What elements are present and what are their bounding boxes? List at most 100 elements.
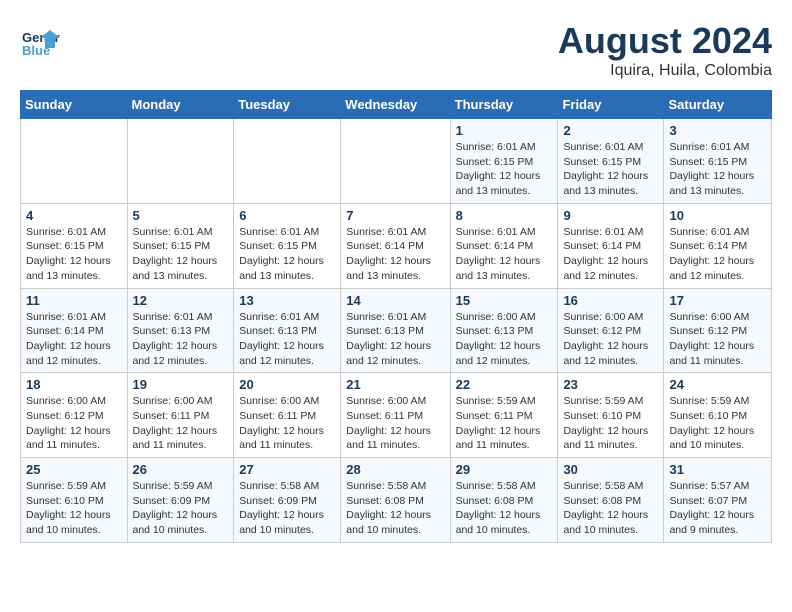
day-info: Sunrise: 6:00 AM Sunset: 6:12 PM Dayligh…: [26, 394, 122, 453]
calendar-cell: 15Sunrise: 6:00 AM Sunset: 6:13 PM Dayli…: [450, 288, 558, 373]
day-number: 25: [26, 462, 122, 477]
day-number: 22: [456, 377, 553, 392]
calendar-cell: 20 Sunrise: 6:00 AM Sunset: 6:11 PM Dayli…: [234, 373, 341, 458]
day-info: Sunrise: 6:00 AM Sunset: 6:11 PM Dayligh…: [239, 394, 335, 453]
day-info: Sunrise: 6:01 AM Sunset: 6:15 PM Dayligh…: [26, 225, 122, 284]
day-info: Sunrise: 6:01 AM Sunset: 6:14 PM Dayligh…: [346, 225, 444, 284]
calendar-cell: 7 Sunrise: 6:01 AM Sunset: 6:14 PM Daylig…: [341, 203, 450, 288]
day-number: 14: [346, 293, 444, 308]
weekday-header-saturday: Saturday: [664, 91, 772, 119]
day-number: 29: [456, 462, 553, 477]
day-info: Sunrise: 6:01 AM Sunset: 6:15 PM Dayligh…: [133, 225, 229, 284]
week-row-1: 1 Sunrise: 6:01 AM Sunset: 6:15 PM Daylig…: [21, 119, 772, 204]
day-info: Sunrise: 6:01 AM Sunset: 6:15 PM Dayligh…: [456, 140, 553, 199]
day-number: 5: [133, 208, 229, 223]
day-info: Sunrise: 5:58 AM Sunset: 6:08 PM Dayligh…: [346, 479, 444, 538]
day-info: Sunrise: 5:59 AM Sunset: 6:10 PM Dayligh…: [669, 394, 766, 453]
day-number: 24: [669, 377, 766, 392]
calendar-cell: 14 Sunrise: 6:01 AM Sunset: 6:13 PM Dayli…: [341, 288, 450, 373]
calendar-cell: 19Sunrise: 6:00 AM Sunset: 6:11 PM Dayli…: [127, 373, 234, 458]
day-number: 4: [26, 208, 122, 223]
day-info: Sunrise: 6:01 AM Sunset: 6:13 PM Dayligh…: [239, 310, 335, 369]
day-info: Sunrise: 6:01 AM Sunset: 6:14 PM Dayligh…: [26, 310, 122, 369]
calendar-cell: 17 Sunrise: 6:00 AM Sunset: 6:12 PM Dayli…: [664, 288, 772, 373]
day-info: Sunrise: 6:01 AM Sunset: 6:15 PM Dayligh…: [563, 140, 658, 199]
calendar-cell: 3Sunrise: 6:01 AM Sunset: 6:15 PM Daylig…: [664, 119, 772, 204]
day-number: 20: [239, 377, 335, 392]
day-info: Sunrise: 6:01 AM Sunset: 6:13 PM Dayligh…: [346, 310, 444, 369]
day-info: Sunrise: 5:59 AM Sunset: 6:10 PM Dayligh…: [26, 479, 122, 538]
day-number: 6: [239, 208, 335, 223]
day-number: 21: [346, 377, 444, 392]
calendar-cell: 4 Sunrise: 6:01 AM Sunset: 6:15 PM Daylig…: [21, 203, 128, 288]
day-number: 1: [456, 123, 553, 138]
weekday-header-row: SundayMondayTuesdayWednesdayThursdayFrid…: [21, 91, 772, 119]
day-info: Sunrise: 5:59 AM Sunset: 6:09 PM Dayligh…: [133, 479, 229, 538]
day-info: Sunrise: 6:01 AM Sunset: 6:15 PM Dayligh…: [239, 225, 335, 284]
page-header: General Blue August 2024 Iquira, Huila, …: [20, 20, 772, 80]
day-info: Sunrise: 6:01 AM Sunset: 6:15 PM Dayligh…: [669, 140, 766, 199]
calendar-cell: 2Sunrise: 6:01 AM Sunset: 6:15 PM Daylig…: [558, 119, 664, 204]
calendar-cell: 22 Sunrise: 5:59 AM Sunset: 6:11 PM Dayli…: [450, 373, 558, 458]
calendar-cell: 28 Sunrise: 5:58 AM Sunset: 6:08 PM Dayli…: [341, 458, 450, 543]
calendar-cell: 11 Sunrise: 6:01 AM Sunset: 6:14 PM Dayli…: [21, 288, 128, 373]
calendar-cell: 24 Sunrise: 5:59 AM Sunset: 6:10 PM Dayli…: [664, 373, 772, 458]
day-number: 7: [346, 208, 444, 223]
calendar-cell: 16 Sunrise: 6:00 AM Sunset: 6:12 PM Dayli…: [558, 288, 664, 373]
logo-icon: General Blue: [20, 20, 60, 60]
day-number: 8: [456, 208, 553, 223]
weekday-header-tuesday: Tuesday: [234, 91, 341, 119]
calendar-cell: 27Sunrise: 5:58 AM Sunset: 6:09 PM Dayli…: [234, 458, 341, 543]
day-info: Sunrise: 6:00 AM Sunset: 6:11 PM Dayligh…: [133, 394, 229, 453]
title-area: August 2024 Iquira, Huila, Colombia: [558, 20, 772, 80]
calendar-cell: 5 Sunrise: 6:01 AM Sunset: 6:15 PM Daylig…: [127, 203, 234, 288]
location-subtitle: Iquira, Huila, Colombia: [558, 62, 772, 80]
day-info: Sunrise: 5:57 AM Sunset: 6:07 PM Dayligh…: [669, 479, 766, 538]
calendar-cell: [21, 119, 128, 204]
day-number: 17: [669, 293, 766, 308]
day-number: 18: [26, 377, 122, 392]
calendar-cell: 6 Sunrise: 6:01 AM Sunset: 6:15 PM Daylig…: [234, 203, 341, 288]
day-info: Sunrise: 5:59 AM Sunset: 6:11 PM Dayligh…: [456, 394, 553, 453]
calendar-cell: 13 Sunrise: 6:01 AM Sunset: 6:13 PM Dayli…: [234, 288, 341, 373]
day-number: 13: [239, 293, 335, 308]
day-info: Sunrise: 6:00 AM Sunset: 6:12 PM Dayligh…: [563, 310, 658, 369]
day-number: 15: [456, 293, 553, 308]
weekday-header-wednesday: Wednesday: [341, 91, 450, 119]
month-year-title: August 2024: [558, 20, 772, 62]
calendar-cell: 23 Sunrise: 5:59 AM Sunset: 6:10 PM Dayli…: [558, 373, 664, 458]
day-info: Sunrise: 6:01 AM Sunset: 6:13 PM Dayligh…: [133, 310, 229, 369]
weekday-header-thursday: Thursday: [450, 91, 558, 119]
day-number: 23: [563, 377, 658, 392]
day-number: 31: [669, 462, 766, 477]
calendar-cell: 21 Sunrise: 6:00 AM Sunset: 6:11 PM Dayli…: [341, 373, 450, 458]
day-info: Sunrise: 5:58 AM Sunset: 6:08 PM Dayligh…: [456, 479, 553, 538]
weekday-header-monday: Monday: [127, 91, 234, 119]
day-info: Sunrise: 6:00 AM Sunset: 6:12 PM Dayligh…: [669, 310, 766, 369]
calendar-cell: [341, 119, 450, 204]
calendar-cell: 30Sunrise: 5:58 AM Sunset: 6:08 PM Dayli…: [558, 458, 664, 543]
calendar-cell: [234, 119, 341, 204]
calendar-cell: 10Sunrise: 6:01 AM Sunset: 6:14 PM Dayli…: [664, 203, 772, 288]
weekday-header-friday: Friday: [558, 91, 664, 119]
calendar-cell: 31 Sunrise: 5:57 AM Sunset: 6:07 PM Dayli…: [664, 458, 772, 543]
calendar-table: SundayMondayTuesdayWednesdayThursdayFrid…: [20, 90, 772, 543]
day-number: 10: [669, 208, 766, 223]
calendar-cell: 29 Sunrise: 5:58 AM Sunset: 6:08 PM Dayli…: [450, 458, 558, 543]
week-row-5: 25 Sunrise: 5:59 AM Sunset: 6:10 PM Dayli…: [21, 458, 772, 543]
day-number: 16: [563, 293, 658, 308]
logo: General Blue: [20, 20, 64, 60]
day-number: 30: [563, 462, 658, 477]
calendar-cell: 26 Sunrise: 5:59 AM Sunset: 6:09 PM Dayli…: [127, 458, 234, 543]
day-number: 9: [563, 208, 658, 223]
day-info: Sunrise: 5:58 AM Sunset: 6:09 PM Dayligh…: [239, 479, 335, 538]
calendar-body: 1 Sunrise: 6:01 AM Sunset: 6:15 PM Daylig…: [21, 119, 772, 543]
calendar-cell: 18 Sunrise: 6:00 AM Sunset: 6:12 PM Dayli…: [21, 373, 128, 458]
day-number: 26: [133, 462, 229, 477]
day-number: 28: [346, 462, 444, 477]
day-number: 11: [26, 293, 122, 308]
day-info: Sunrise: 6:01 AM Sunset: 6:14 PM Dayligh…: [563, 225, 658, 284]
day-info: Sunrise: 6:00 AM Sunset: 6:11 PM Dayligh…: [346, 394, 444, 453]
day-info: Sunrise: 6:01 AM Sunset: 6:14 PM Dayligh…: [456, 225, 553, 284]
day-info: Sunrise: 5:59 AM Sunset: 6:10 PM Dayligh…: [563, 394, 658, 453]
